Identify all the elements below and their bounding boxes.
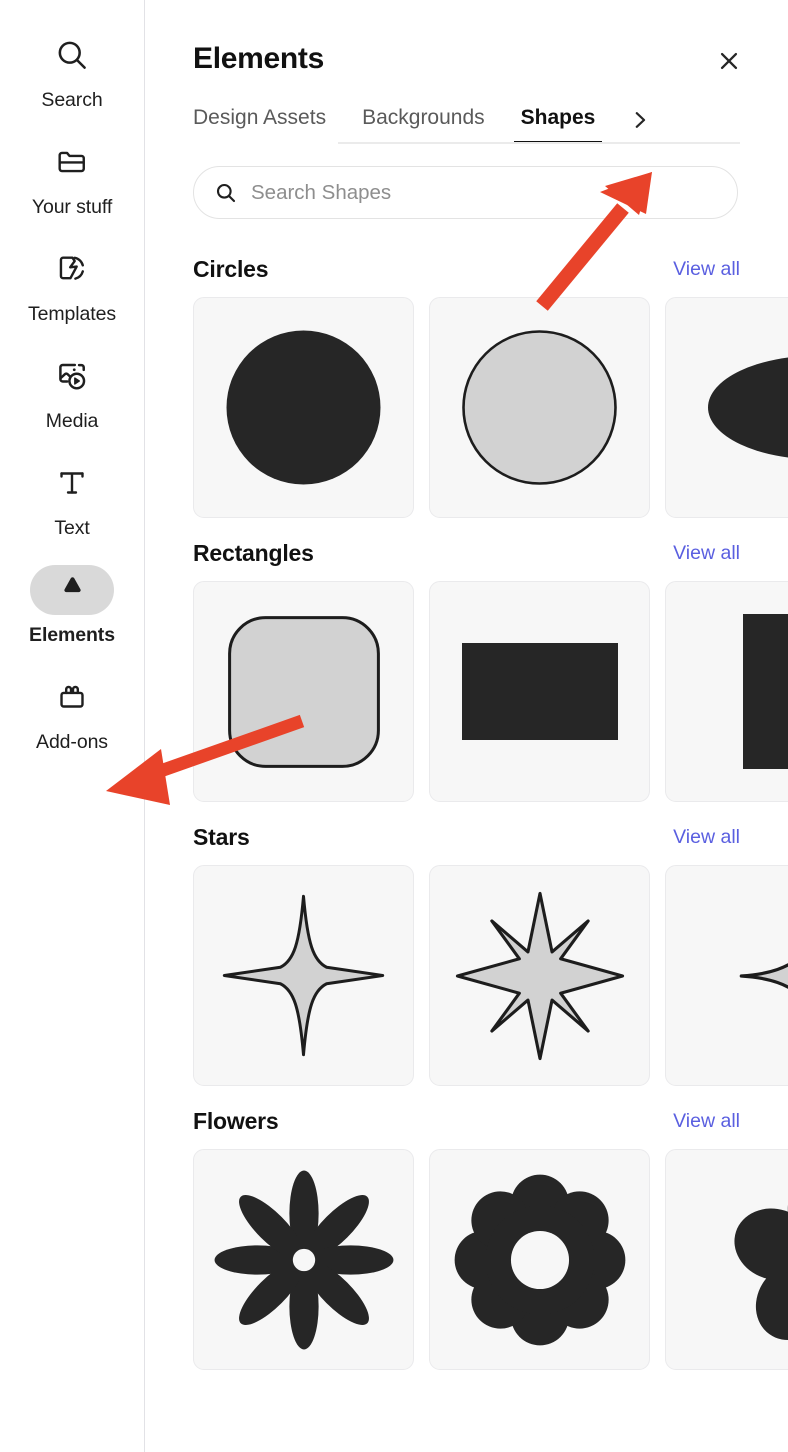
elements-panel: Elements Design Assets Backgrounds Shape… bbox=[145, 0, 788, 1452]
shape-card-tall-rectangle[interactable] bbox=[665, 581, 788, 802]
sidebar-item-label: Templates bbox=[28, 303, 116, 325]
search-input[interactable] bbox=[251, 180, 717, 205]
templates-icon bbox=[30, 244, 114, 294]
sidebar-item-add-ons[interactable]: Add-ons bbox=[0, 672, 144, 753]
media-icon bbox=[30, 351, 114, 401]
sidebar-item-search[interactable]: Search bbox=[0, 30, 144, 111]
tab-design-assets[interactable]: Design Assets bbox=[193, 105, 326, 144]
adobe-express-editor: Search Your stuff Templates Media Text E… bbox=[0, 0, 788, 1452]
chevron-right-icon bbox=[636, 112, 646, 128]
tab-backgrounds[interactable]: Backgrounds bbox=[362, 105, 485, 144]
sidebar-item-templates[interactable]: Templates bbox=[0, 244, 144, 325]
sidebar-item-label: Text bbox=[54, 517, 90, 539]
sidebar-item-text[interactable]: Text bbox=[0, 458, 144, 539]
text-icon bbox=[30, 458, 114, 508]
tabs-next-button[interactable] bbox=[625, 105, 655, 135]
sidebar-item-label: Add-ons bbox=[36, 731, 108, 753]
sidebar-item-label: Search bbox=[41, 89, 103, 111]
section-title: Stars bbox=[193, 824, 250, 850]
shape-card-solid-circle[interactable] bbox=[193, 297, 414, 518]
sidebar-item-elements[interactable]: Elements bbox=[0, 565, 144, 646]
shape-card-four-point-concave[interactable] bbox=[665, 865, 788, 1086]
elements-icon bbox=[30, 565, 114, 615]
tab-shapes[interactable]: Shapes bbox=[513, 105, 603, 144]
section-title: Circles bbox=[193, 256, 269, 282]
section-circles: Circles View all bbox=[193, 255, 788, 518]
card-row bbox=[193, 297, 788, 518]
search-shapes-box[interactable] bbox=[193, 166, 738, 219]
sidebar-item-label: Media bbox=[45, 410, 99, 432]
page-title: Elements bbox=[193, 42, 324, 75]
card-row bbox=[193, 865, 788, 1086]
shape-sections: Circles View all Rectangles View all Sta… bbox=[145, 255, 788, 1370]
panel-tabs: Design Assets Backgrounds Shapes bbox=[145, 105, 788, 144]
left-nav-rail: Search Your stuff Templates Media Text E… bbox=[0, 0, 145, 1452]
shape-card-daisy[interactable] bbox=[193, 1149, 414, 1370]
tabs-divider bbox=[338, 142, 740, 144]
shape-card-solid-ellipse[interactable] bbox=[665, 297, 788, 518]
view-all-rectangles[interactable]: View all bbox=[673, 541, 740, 565]
sidebar-item-media[interactable]: Media bbox=[0, 351, 144, 432]
addons-icon bbox=[30, 672, 114, 722]
view-all-circles[interactable]: View all bbox=[673, 257, 740, 281]
shape-card-four-point-sparkle[interactable] bbox=[193, 865, 414, 1086]
sidebar-item-your-stuff[interactable]: Your stuff bbox=[0, 137, 144, 218]
shape-card-petal-flower[interactable] bbox=[665, 1149, 788, 1370]
section-title: Rectangles bbox=[193, 540, 314, 566]
shape-card-eight-point-star[interactable] bbox=[429, 865, 650, 1086]
shape-card-rounded-flower[interactable] bbox=[429, 1149, 650, 1370]
shape-card-rounded-square[interactable] bbox=[193, 581, 414, 802]
folder-icon bbox=[30, 137, 114, 187]
search-icon bbox=[30, 30, 114, 80]
shape-card-outline-circle[interactable] bbox=[429, 297, 650, 518]
view-all-stars[interactable]: View all bbox=[673, 825, 740, 849]
sidebar-item-label: Elements bbox=[29, 624, 115, 646]
panel-header: Elements bbox=[145, 0, 788, 78]
section-rectangles: Rectangles View all bbox=[193, 539, 788, 802]
close-button[interactable] bbox=[712, 44, 746, 78]
section-title: Flowers bbox=[193, 1108, 279, 1134]
section-stars: Stars View all bbox=[193, 823, 788, 1086]
card-row bbox=[193, 1149, 788, 1370]
card-row bbox=[193, 581, 788, 802]
section-flowers: Flowers View all bbox=[193, 1107, 788, 1370]
search-icon bbox=[214, 181, 238, 205]
shape-card-wide-rectangle[interactable] bbox=[429, 581, 650, 802]
view-all-flowers[interactable]: View all bbox=[673, 1109, 740, 1133]
close-icon bbox=[720, 52, 738, 70]
sidebar-item-label: Your stuff bbox=[31, 196, 113, 218]
